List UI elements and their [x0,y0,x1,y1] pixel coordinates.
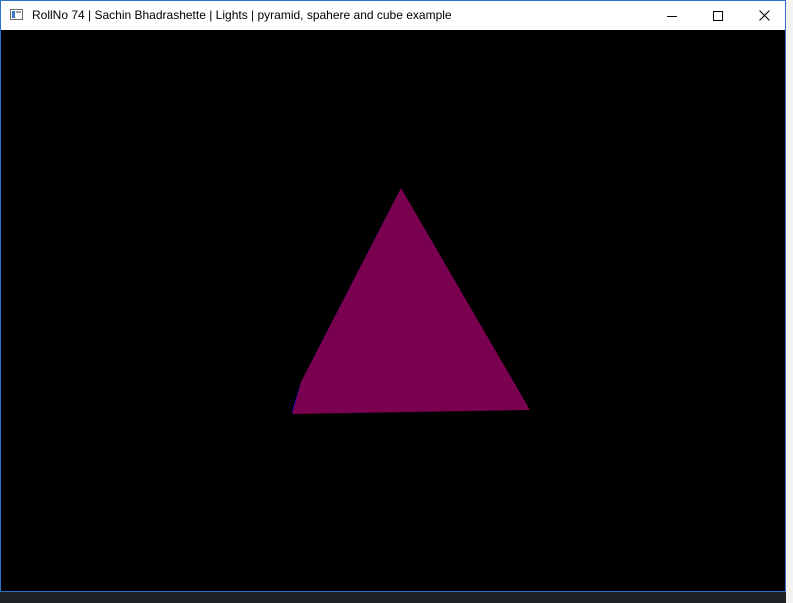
opengl-canvas[interactable] [1,30,785,591]
maximize-icon [713,10,723,21]
minimize-icon [667,15,677,17]
close-button[interactable] [741,1,787,30]
desktop: RollNo 74 | Sachin Bhadrashette | Lights… [0,0,793,603]
app-window-icon[interactable] [10,9,23,20]
minimize-button[interactable] [649,1,695,30]
background-window-edge [786,0,793,603]
window-title: RollNo 74 | Sachin Bhadrashette | Lights… [32,8,452,22]
maximize-button[interactable] [695,1,741,30]
title-bar[interactable]: RollNo 74 | Sachin Bhadrashette | Lights… [1,1,785,30]
scene-render [1,30,785,591]
app-window: RollNo 74 | Sachin Bhadrashette | Lights… [0,0,786,592]
close-icon [758,10,770,21]
